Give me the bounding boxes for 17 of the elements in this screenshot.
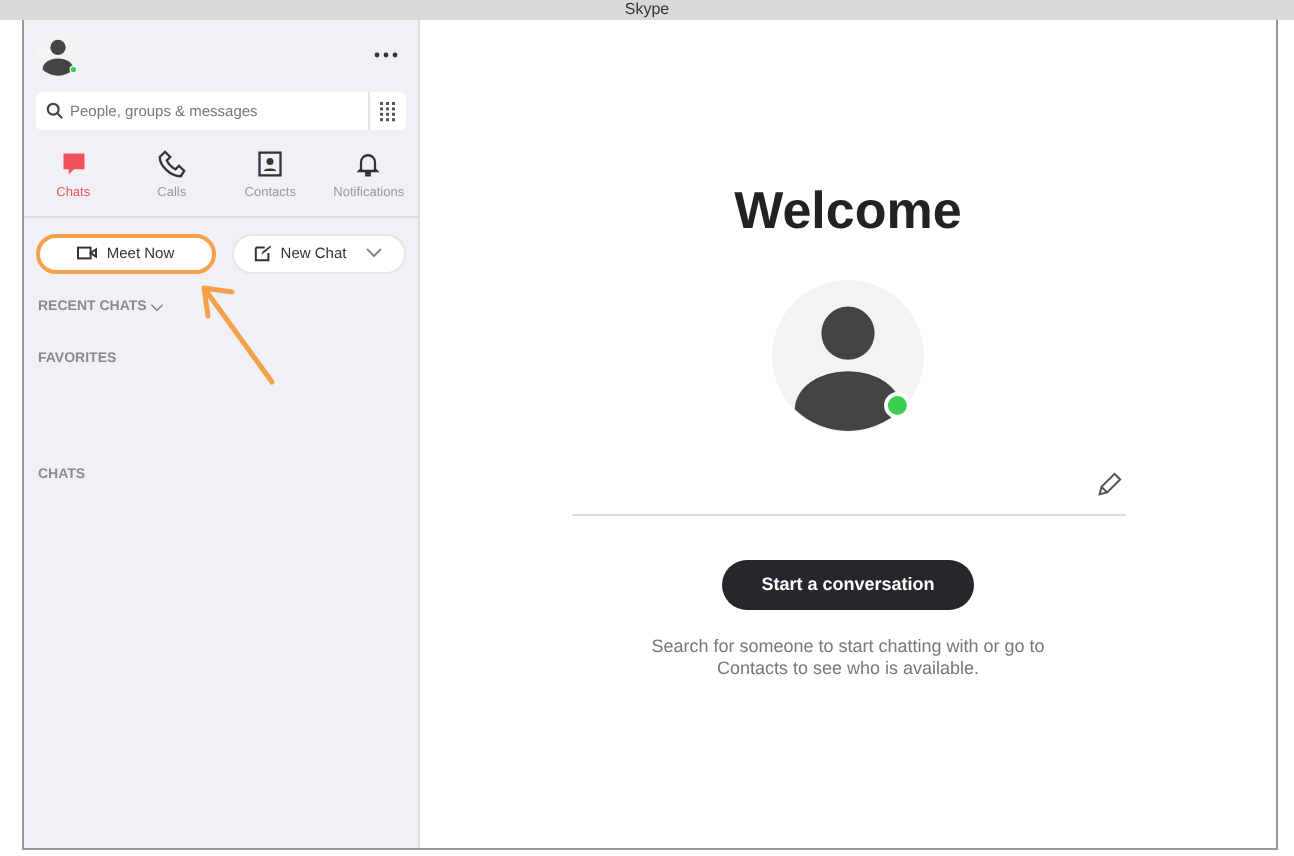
video-camera-icon	[76, 244, 99, 263]
hint-text: Search for someone to start chatting with or go to Contacts to see who is available.	[649, 636, 1047, 680]
avatar-icon	[772, 280, 924, 432]
contact-card-icon	[256, 150, 285, 178]
dialpad-icon[interactable]	[380, 101, 396, 121]
phone-icon	[157, 150, 186, 178]
compose-icon	[254, 244, 273, 263]
welcome-heading: Welcome	[734, 184, 962, 236]
chevron-down-icon[interactable]	[150, 304, 165, 312]
pencil-icon[interactable]	[1095, 472, 1121, 498]
more-icon[interactable]	[374, 51, 398, 57]
window-title: Skype	[624, 2, 670, 18]
search-icon	[46, 102, 64, 120]
chevron-down-icon	[366, 248, 383, 259]
start-conversation-button[interactable]: Start a conversation	[722, 560, 974, 610]
chat-bubble-icon	[59, 150, 88, 178]
bell-icon	[354, 150, 383, 178]
